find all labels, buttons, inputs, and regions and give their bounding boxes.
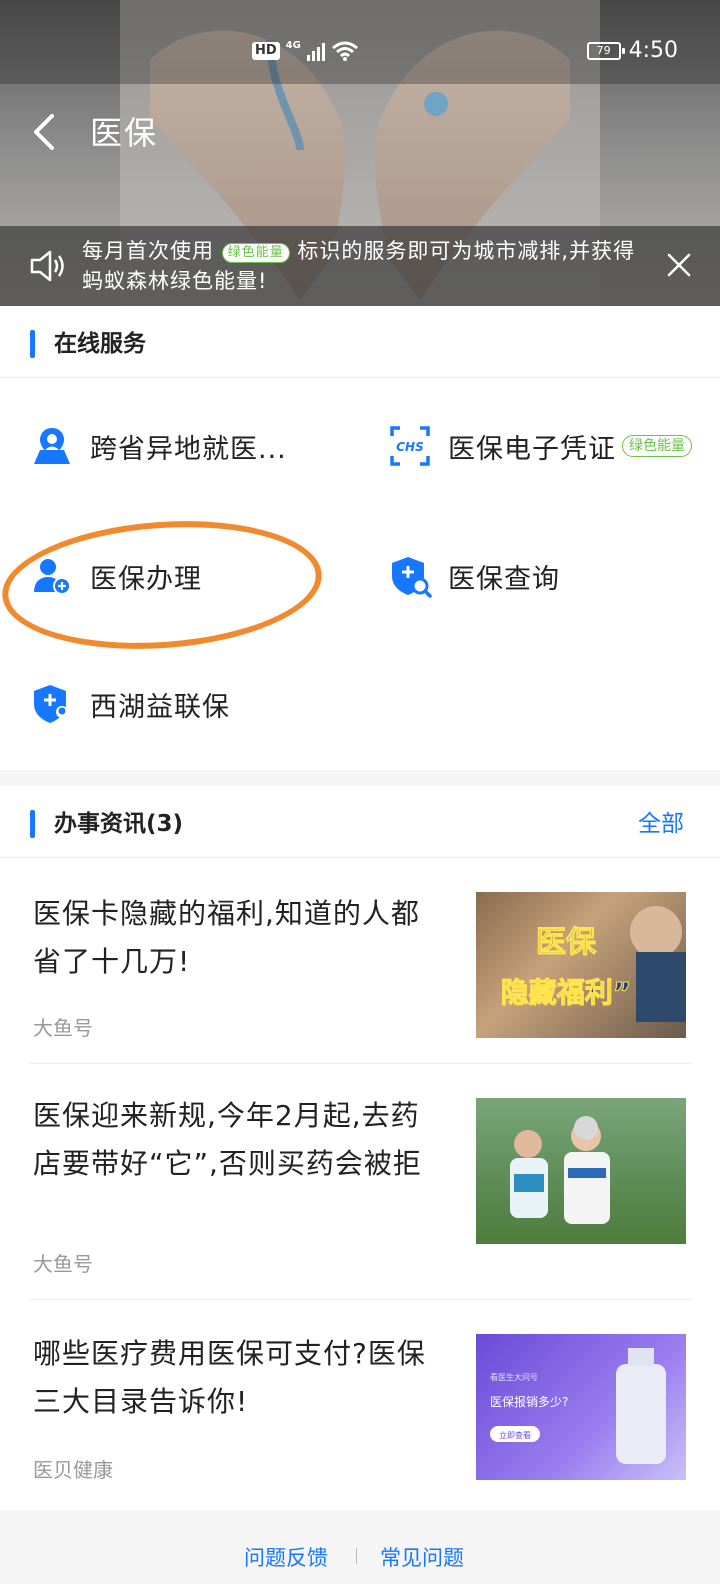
faq-link[interactable]: 常见问题 [380,1542,464,1572]
news-thumbnail: 医保 隐藏福利” [476,892,686,1038]
shield-search-icon [392,557,432,598]
notice-text-before: 每月首次使用 [82,239,214,263]
thumb-text-1: 医保 [536,925,597,960]
status-bar: HD 4G 79 4:50 [0,0,720,84]
nav-bar: 医保 [0,84,720,180]
thumb-text-1: 看医生大问号 [490,1372,538,1382]
news-thumbnail [476,1098,686,1244]
news-source: 医贝健康 [33,1458,113,1482]
speaker-icon [30,250,64,282]
green-energy-tag: 绿色能量 [221,243,290,263]
signal-icon [306,41,325,61]
news-thumbnail-art: 医保 隐藏福利” [500,906,686,1022]
section-header: 在线服务 [0,306,720,378]
page-title: 医保 [90,114,159,152]
section-accent-bar [30,810,35,838]
energy-notice: 每月首次使用 绿色能量 标识的服务即可为城市减排,并获得蚂蚁森林绿色能量! [0,226,720,306]
news-item[interactable]: 医保迎来新规,今年2月起,去药店要带好“它”,否则买药会被拒 大鱼号 [30,1064,692,1300]
close-icon[interactable] [666,252,692,278]
battery-level: 79 [596,43,611,57]
notice-text: 每月首次使用 绿色能量 标识的服务即可为城市减排,并获得蚂蚁森林绿色能量! [82,236,652,296]
service-xihu-yilianbao[interactable]: 西湖益联保 [30,682,230,726]
service-label: 西湖益联保 [90,691,230,723]
news-source: 大鱼号 [33,1016,93,1040]
news-item[interactable]: 医保卡隐藏的福利,知道的人都省了十几万! 大鱼号 医保 隐藏福利” [30,858,692,1064]
clock: 4:50 [628,38,678,63]
service-label: 医保查询 [448,563,560,595]
section-title: 在线服务 [54,331,146,357]
service-label: 医保电子凭证 [448,433,616,465]
feedback-link[interactable]: 问题反馈 [244,1542,328,1572]
thumb-text-2: 隐藏福利” [501,976,631,1009]
green-energy-badge: 绿色能量 [622,435,692,457]
news-source: 大鱼号 [33,1252,93,1276]
footer-divider [356,1548,357,1564]
battery-icon: 79 [586,41,625,60]
section-header: 办事资讯(3) 全部 [0,786,720,858]
news-title: 哪些医疗费用医保可支付?医保三大目录告诉你! [33,1337,426,1418]
service-label: 跨省异地就医... [90,433,287,465]
chs-scan-icon: CHS [390,426,430,466]
hd-badge: HD [252,42,280,60]
thumb-text-2: 医保报销多少? [490,1394,568,1409]
news-title: 医保迎来新规,今年2月起,去药店要带好“它”,否则买药会被拒 [33,1099,422,1180]
section-title: 办事资讯(3) [54,811,184,837]
thumb-button-text: 立即查看 [499,1430,531,1440]
service-cross-province-medical[interactable]: 跨省异地就医... [30,424,287,468]
news-thumbnail: 看医生大问号 医保报销多少? 立即查看 [476,1334,686,1480]
header-banner: HD 4G 79 4:50 医保 每月首次使用 绿色能量 标识的服务即可为城市减… [0,0,720,306]
footer: 问题反馈 常见问题 [0,1510,720,1584]
wifi-icon [331,41,358,61]
service-medical-query[interactable]: 医保查询 [388,554,560,598]
news-section: 办事资讯(3) 全部 医保卡隐藏的福利,知道的人都省了十几万! 大鱼号 医保 隐… [0,786,720,1510]
news-thumbnail-art: 看医生大问号 医保报销多少? 立即查看 [490,1348,666,1464]
news-item[interactable]: 哪些医疗费用医保可支付?医保三大目录告诉你! 医贝健康 看医生大问号 医保报销多… [30,1300,692,1510]
network-label: 4G [285,39,301,51]
section-accent-bar [30,330,35,358]
map-pin-person-icon [34,428,70,464]
view-all-link[interactable]: 全部 [638,804,684,838]
service-medical-e-voucher[interactable]: CHS 医保电子凭证 绿色能量 [388,424,692,468]
news-title: 医保卡隐藏的福利,知道的人都省了十几万! [33,897,420,978]
news-thumbnail-art [510,1116,610,1224]
shield-user-icon [34,685,69,724]
chevron-left-icon[interactable] [26,108,66,156]
svg-text:CHS: CHS [396,440,424,454]
